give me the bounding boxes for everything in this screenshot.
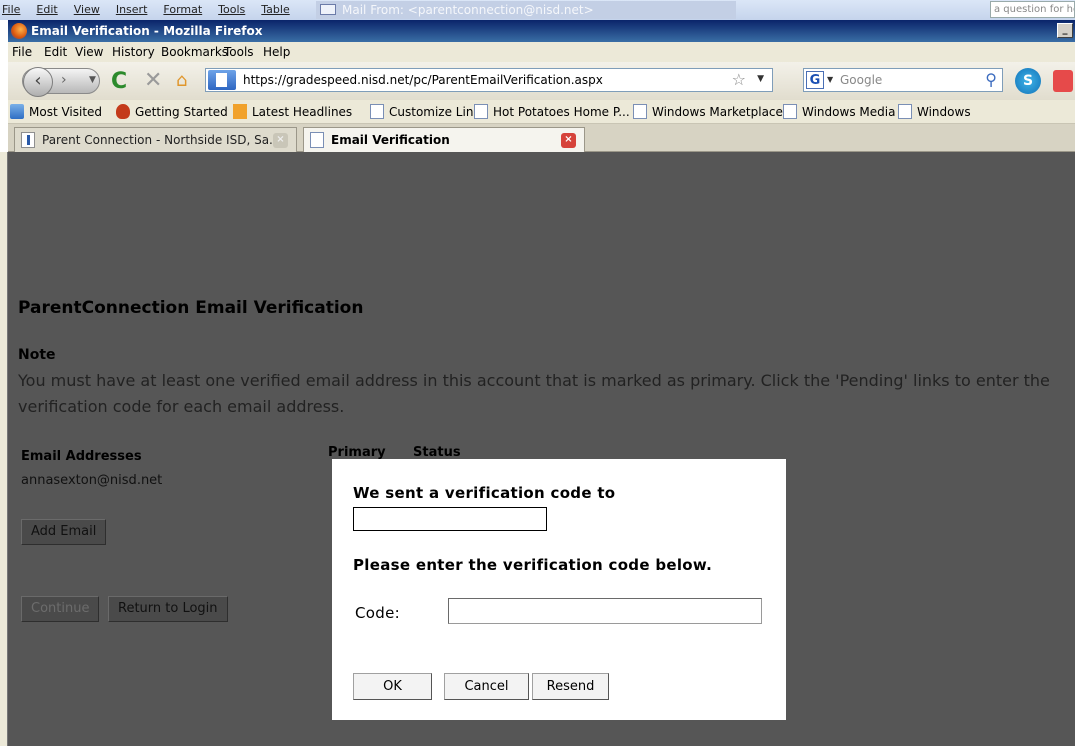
site-identity-icon[interactable] — [208, 70, 236, 90]
back-forward-group: ‹ › ▼ — [22, 67, 100, 97]
page-icon — [310, 132, 324, 148]
bookmark-most-visited[interactable]: Most Visited — [10, 104, 102, 119]
addon-icon[interactable] — [1053, 70, 1073, 92]
forward-button[interactable]: › — [61, 72, 67, 88]
bookmark-windows-media[interactable]: Windows Media — [783, 104, 895, 119]
column-header-primary: Primary — [328, 445, 386, 460]
bookmark-getting-started[interactable]: Getting Started — [116, 104, 228, 119]
bg-menu-table[interactable]: Table — [261, 3, 289, 16]
background-mail-title: Mail From: <parentconnection@nisd.net> — [316, 1, 736, 19]
verification-dialog: We sent a verification code to Please en… — [332, 459, 786, 720]
page-icon — [898, 104, 912, 119]
background-app-menubar: File Edit View Insert Format Tools Table… — [0, 0, 1075, 20]
bookmark-star-icon[interactable]: ☆ — [732, 70, 746, 89]
bg-menu-view[interactable]: View — [74, 3, 100, 16]
menu-edit[interactable]: Edit — [44, 45, 67, 59]
tab-strip: Parent Connection - Northside ISD, Sa...… — [8, 124, 1075, 153]
menu-view[interactable]: View — [75, 45, 103, 59]
bookmarks-toolbar: Most Visited Getting Started Latest Head… — [8, 100, 1075, 124]
most-visited-icon — [10, 104, 24, 119]
url-bar[interactable]: https://gradespeed.nisd.net/pc/ParentEma… — [205, 68, 773, 92]
menu-bookmarks[interactable]: Bookmarks — [161, 45, 228, 59]
tab-label: Parent Connection - Northside ISD, Sa... — [42, 133, 281, 147]
site-favicon-icon — [21, 132, 35, 148]
continue-button[interactable]: Continue — [21, 596, 100, 622]
sent-code-text: We sent a verification code to — [353, 484, 616, 502]
note-text: You must have at least one verified emai… — [18, 371, 1050, 416]
bookmark-label: Most Visited — [29, 104, 103, 119]
background-mail-title-text: Mail From: <parentconnection@nisd.net> — [342, 3, 594, 17]
email-address-value: annasexton@nisd.net — [21, 473, 163, 488]
bookmark-label: Getting Started — [135, 104, 228, 119]
skype-icon[interactable]: S — [1015, 68, 1041, 94]
bookmark-label: Hot Potatoes Home P... — [493, 104, 630, 119]
return-to-login-button[interactable]: Return to Login — [108, 596, 228, 622]
column-header-email: Email Addresses — [21, 449, 142, 464]
bg-menu-format[interactable]: Format — [163, 3, 202, 16]
bg-menu-file[interactable]: File — [2, 3, 20, 16]
page-title: ParentConnection Email Verification — [18, 298, 364, 318]
menu-history[interactable]: History — [112, 45, 155, 59]
search-placeholder[interactable]: Google — [840, 73, 882, 87]
search-bar[interactable]: G ▼ Google ⚲ — [803, 68, 1003, 92]
instruction-text: Please enter the verification code below… — [353, 556, 713, 574]
bookmark-label: Windows Marketplace — [652, 104, 783, 119]
cancel-button[interactable]: Cancel — [444, 673, 529, 700]
back-button[interactable]: ‹ — [23, 67, 53, 97]
tab-close-icon[interactable]: × — [273, 133, 288, 148]
navigation-toolbar: ‹ › ▼ C ✕ ⌂ https://gradespeed.nisd.net/… — [8, 62, 1075, 100]
help-search-placeholder: a question for help — [994, 4, 1074, 15]
content-left-edge — [0, 152, 8, 746]
tab-close-icon[interactable]: × — [561, 133, 576, 148]
minimize-button[interactable]: _ — [1057, 23, 1073, 38]
url-dropdown-icon[interactable]: ▼ — [757, 74, 764, 84]
page-icon — [783, 104, 797, 119]
code-input[interactable] — [448, 598, 762, 624]
page-icon — [370, 104, 384, 119]
reload-button[interactable]: C — [111, 69, 127, 94]
menu-tools[interactable]: Tools — [224, 45, 254, 59]
window-titlebar: Email Verification - Mozilla Firefox _ — [8, 20, 1075, 42]
tab-label: Email Verification — [331, 133, 450, 147]
bookmark-windows-marketplace[interactable]: Windows Marketplace — [633, 104, 783, 119]
envelope-icon — [320, 4, 336, 15]
note-title: Note — [18, 347, 56, 363]
search-engine-dropdown-icon[interactable]: ▼ — [827, 75, 833, 84]
ok-button[interactable]: OK — [353, 673, 432, 700]
bookmark-label: Windows Media — [802, 104, 896, 119]
menu-bar: File Edit View History Bookmarks Tools H… — [8, 42, 1075, 62]
window-title: Email Verification - Mozilla Firefox — [31, 24, 263, 38]
bg-menu-edit[interactable]: Edit — [36, 3, 57, 16]
rss-icon — [233, 104, 247, 119]
url-text[interactable]: https://gradespeed.nisd.net/pc/ParentEma… — [243, 73, 603, 87]
history-dropdown-icon[interactable]: ▼ — [89, 75, 96, 85]
column-header-status: Status — [413, 445, 461, 460]
bookmark-label: Latest Headlines — [252, 104, 353, 119]
code-label: Code: — [355, 604, 400, 622]
sent-email-field — [353, 507, 547, 531]
menu-file[interactable]: File — [12, 45, 32, 59]
google-icon[interactable]: G — [806, 71, 824, 89]
bookmark-label: Windows — [917, 104, 971, 119]
search-icon[interactable]: ⚲ — [985, 70, 997, 89]
bookmark-hot-potatoes[interactable]: Hot Potatoes Home P... — [474, 104, 630, 119]
page-icon — [633, 104, 647, 119]
bookmark-label: Customize Links — [389, 104, 487, 119]
stop-button[interactable]: ✕ — [144, 68, 162, 93]
page-icon — [474, 104, 488, 119]
bg-menu-insert[interactable]: Insert — [116, 3, 148, 16]
tab-parent-connection[interactable]: Parent Connection - Northside ISD, Sa...… — [14, 127, 297, 152]
tab-email-verification[interactable]: Email Verification × — [303, 127, 585, 153]
menu-help[interactable]: Help — [263, 45, 290, 59]
resend-button[interactable]: Resend — [532, 673, 609, 700]
firefox-logo-icon — [11, 23, 27, 39]
bookmark-latest-headlines[interactable]: Latest Headlines — [233, 104, 352, 119]
add-email-button[interactable]: Add Email — [21, 519, 107, 545]
bookmark-windows[interactable]: Windows — [898, 104, 971, 119]
bookmark-customize-links[interactable]: Customize Links — [370, 104, 487, 119]
firefox-icon — [116, 104, 130, 119]
home-button[interactable]: ⌂ — [176, 70, 187, 91]
bg-menu-tools[interactable]: Tools — [218, 3, 245, 16]
help-search-box[interactable]: a question for help — [990, 1, 1075, 18]
